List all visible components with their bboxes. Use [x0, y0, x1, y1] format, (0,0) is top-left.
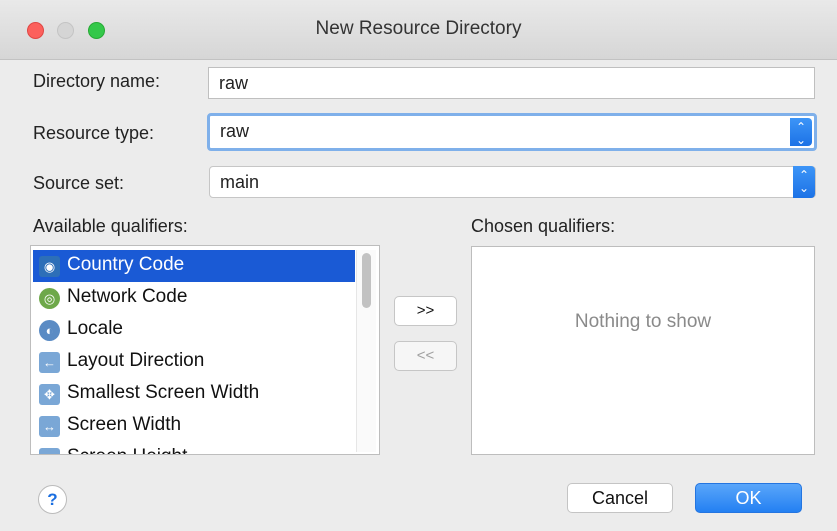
- resource-type-select[interactable]: raw ⌃ ⌄: [207, 113, 817, 151]
- new-resource-directory-dialog: New Resource Directory Directory name: r…: [0, 0, 837, 531]
- cancel-button[interactable]: Cancel: [567, 483, 673, 513]
- network-icon: ◎: [39, 288, 60, 309]
- list-item[interactable]: ◉ Country Code: [33, 250, 355, 282]
- source-set-value: main: [220, 172, 260, 192]
- empty-state-text: Nothing to show: [574, 311, 712, 332]
- chevron-updown-icon: ⌃ ⌄: [793, 166, 815, 198]
- list-item-label: Layout Direction: [67, 350, 205, 371]
- available-qualifiers-list[interactable]: ◉ Country Code ◎ Network Code ◐ Locale ←…: [30, 245, 380, 455]
- list-item-label: Network Code: [67, 286, 188, 307]
- remove-qualifier-button[interactable]: <<: [394, 341, 457, 371]
- list-item-label: Country Code: [67, 254, 185, 275]
- chosen-qualifiers-label: Chosen qualifiers:: [471, 216, 616, 236]
- resource-type-label: Resource type:: [33, 123, 155, 143]
- globe-flag-icon: ◉: [39, 256, 60, 277]
- chevron-updown-icon: ⌃ ⌄: [790, 118, 812, 147]
- list-scrollbar[interactable]: [356, 250, 376, 452]
- chosen-qualifiers-list[interactable]: [471, 246, 815, 455]
- list-item[interactable]: ◐ Locale: [33, 314, 355, 346]
- layout-direction-icon: ←: [39, 352, 60, 373]
- directory-name-field[interactable]: raw: [208, 67, 815, 99]
- title-bar: New Resource Directory: [0, 0, 837, 60]
- list-item[interactable]: ← Layout Direction: [33, 346, 355, 378]
- screen-width-icon: ✥: [39, 384, 60, 405]
- list-item[interactable]: ↔ Screen Width: [33, 410, 355, 442]
- list-item[interactable]: ↕ Screen Height: [33, 442, 355, 454]
- vertical-arrows-icon: ↕: [39, 448, 60, 454]
- list-item-label: Smallest Screen Width: [67, 382, 260, 403]
- list-item-label: Locale: [67, 318, 123, 339]
- ok-button[interactable]: OK: [695, 483, 802, 513]
- list-item-label: Screen Width: [67, 414, 182, 435]
- list-item[interactable]: ◎ Network Code: [33, 282, 355, 314]
- list-item-label: Screen Height: [67, 446, 187, 454]
- window-title: New Resource Directory: [315, 18, 522, 39]
- list-item[interactable]: ✥ Smallest Screen Width: [33, 378, 355, 410]
- help-button[interactable]: ?: [38, 485, 67, 514]
- horizontal-arrows-icon: ↔: [39, 416, 60, 437]
- source-set-select[interactable]: main ⌃ ⌄: [209, 166, 816, 198]
- scrollbar-thumb[interactable]: [362, 253, 371, 308]
- resource-type-value: raw: [220, 121, 250, 141]
- available-qualifiers-label: Available qualifiers:: [33, 216, 188, 236]
- directory-name-label: Directory name:: [33, 71, 161, 91]
- source-set-label: Source set:: [33, 173, 125, 193]
- add-qualifier-button[interactable]: >>: [394, 296, 457, 326]
- globe-icon: ◐: [39, 320, 60, 341]
